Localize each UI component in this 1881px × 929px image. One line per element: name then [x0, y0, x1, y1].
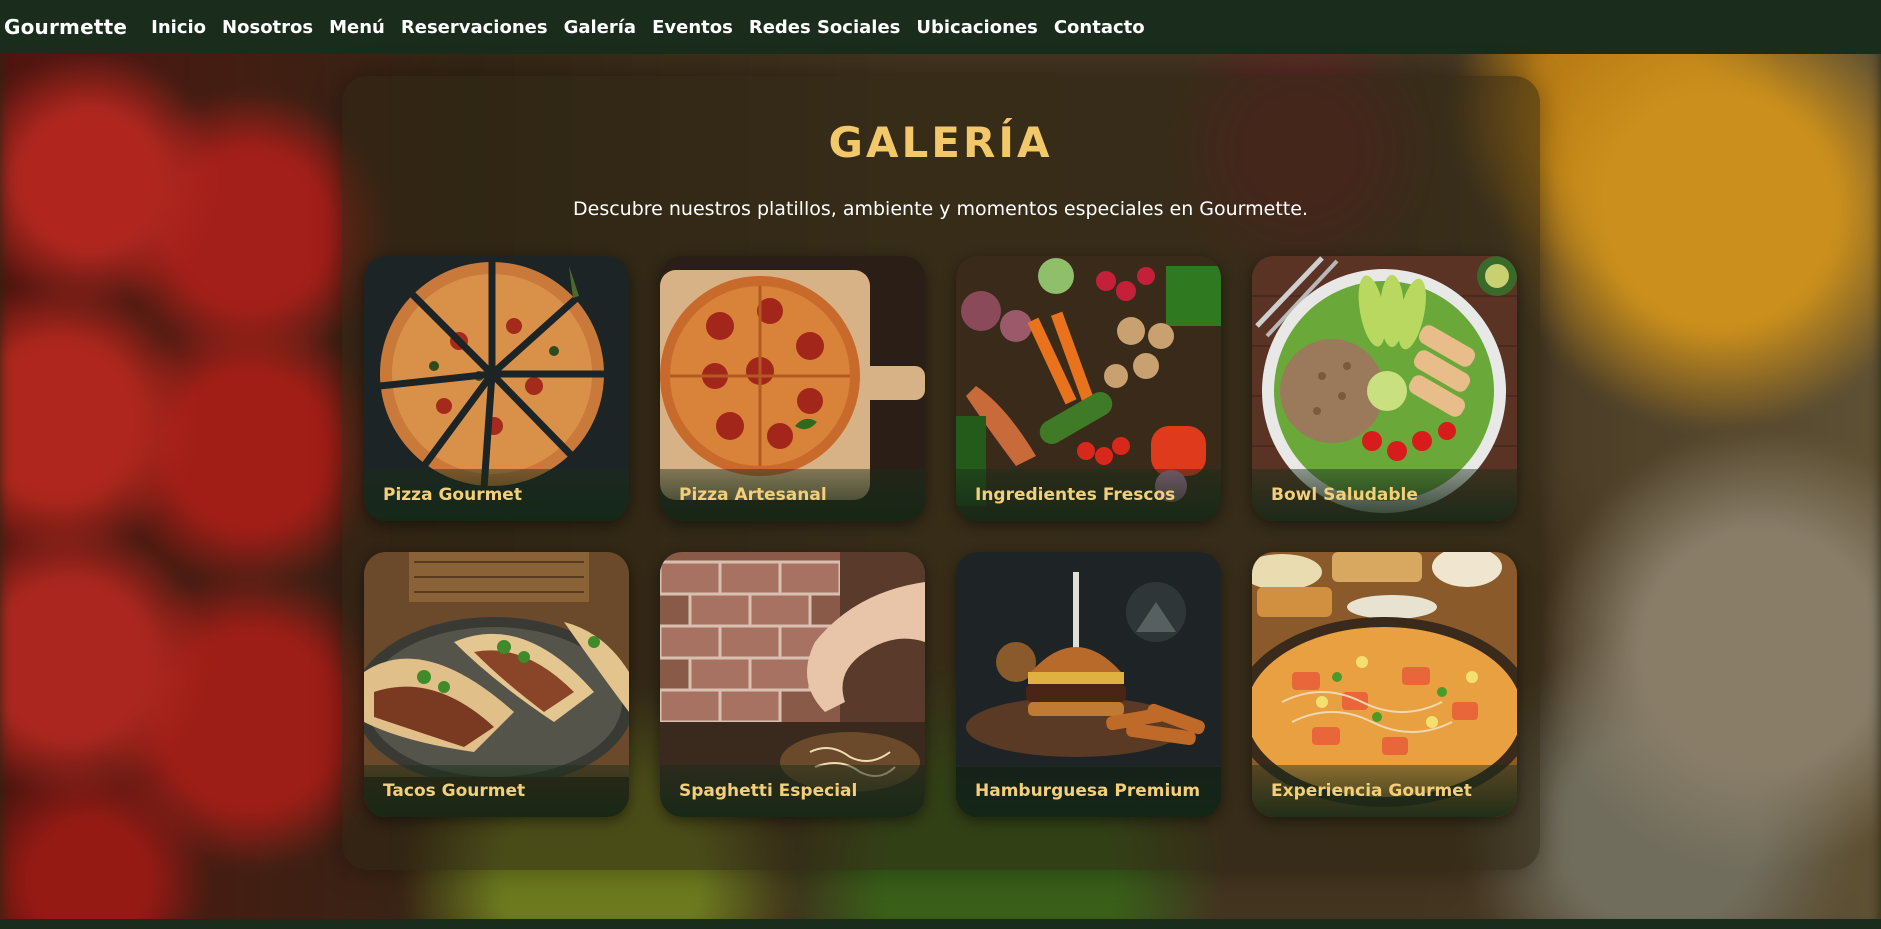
- nav-link-redes-sociales[interactable]: Redes Sociales: [749, 17, 901, 38]
- gallery-grid: Pizza Gourmet Pizza Artesanal Ingredient…: [364, 256, 1518, 817]
- gallery-caption: Pizza Artesanal: [660, 469, 925, 521]
- nav-link-nosotros[interactable]: Nosotros: [222, 17, 313, 38]
- nav-link-reservaciones[interactable]: Reservaciones: [401, 17, 548, 38]
- gallery-caption: Hamburguesa Premium: [956, 765, 1221, 817]
- gallery-caption: Tacos Gourmet: [364, 765, 629, 817]
- gallery-card-spaghetti-especial[interactable]: Spaghetti Especial: [660, 552, 925, 817]
- gallery-subtitle: Descubre nuestros platillos, ambiente y …: [573, 198, 1308, 220]
- gallery-caption: Ingredientes Frescos: [956, 469, 1221, 521]
- gallery-card-experiencia-gourmet[interactable]: Experiencia Gourmet: [1252, 552, 1517, 817]
- gallery-card-tacos-gourmet[interactable]: Tacos Gourmet: [364, 552, 629, 817]
- top-navbar: Gourmette Inicio Nosotros Menú Reservaci…: [0, 0, 1881, 54]
- nav-links: Inicio Nosotros Menú Reservaciones Galer…: [151, 17, 1160, 38]
- nav-link-ubicaciones[interactable]: Ubicaciones: [916, 17, 1037, 38]
- brand-logo[interactable]: Gourmette: [4, 15, 127, 39]
- gallery-title: GALERÍA: [828, 118, 1053, 167]
- gallery-caption: Experiencia Gourmet: [1252, 765, 1517, 817]
- gallery-card-pizza-gourmet[interactable]: Pizza Gourmet: [364, 256, 629, 521]
- gallery-caption: Pizza Gourmet: [364, 469, 629, 521]
- nav-link-contacto[interactable]: Contacto: [1054, 17, 1145, 38]
- gallery-caption: Bowl Saludable: [1252, 469, 1517, 521]
- footer-strip: [0, 919, 1881, 929]
- nav-link-inicio[interactable]: Inicio: [151, 17, 206, 38]
- gallery-card-pizza-artesanal[interactable]: Pizza Artesanal: [660, 256, 925, 521]
- nav-link-eventos[interactable]: Eventos: [652, 17, 733, 38]
- nav-link-galeria[interactable]: Galería: [564, 17, 637, 38]
- gallery-card-bowl-saludable[interactable]: Bowl Saludable: [1252, 256, 1517, 521]
- gallery-caption: Spaghetti Especial: [660, 765, 925, 817]
- gallery-card-ingredientes-frescos[interactable]: Ingredientes Frescos: [956, 256, 1221, 521]
- gallery-card-hamburguesa-premium[interactable]: Hamburguesa Premium: [956, 552, 1221, 817]
- nav-link-menu[interactable]: Menú: [329, 17, 385, 38]
